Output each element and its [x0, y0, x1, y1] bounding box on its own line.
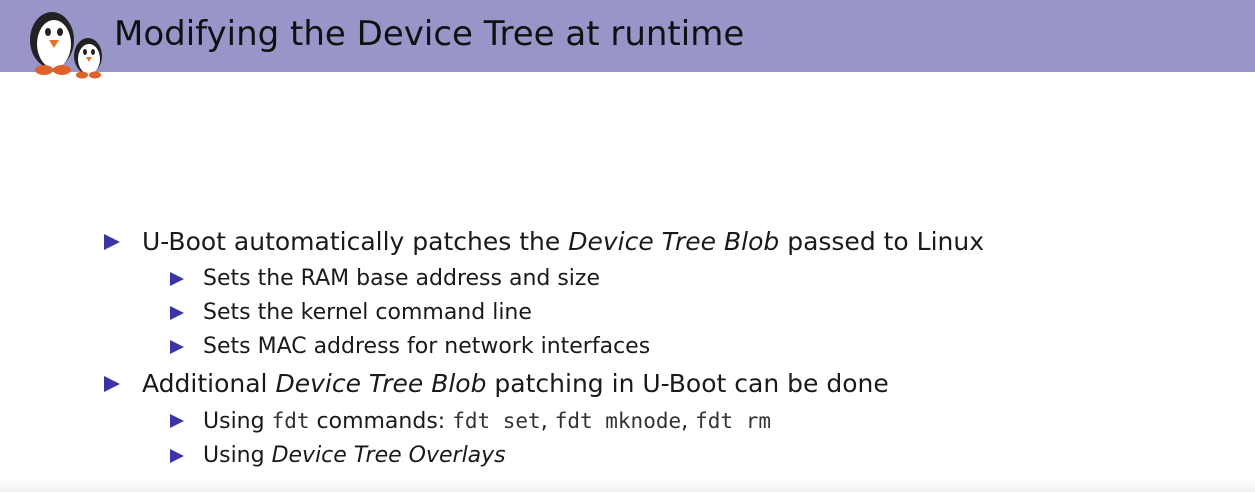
- sub-list: Sets the RAM base address and size Sets …: [104, 262, 1224, 364]
- sub-bullet-text: commands:: [309, 409, 453, 434]
- sub-list-item: Sets the RAM base address and size: [104, 262, 1224, 296]
- triangle-bullet-icon: [170, 414, 184, 428]
- sub-list-item: Sets MAC address for network interfaces: [104, 330, 1224, 364]
- sub-list-item: Using fdt commands: fdt set, fdt mknode,…: [104, 404, 1224, 439]
- sub-list-item: Using Device Tree Overlays: [104, 439, 1224, 473]
- sub-bullet-text: Sets the RAM base address and size: [203, 266, 600, 291]
- slide-title: Modifying the Device Tree at runtime: [114, 14, 745, 54]
- slide: Modifying the Device Tree at runtime U-B…: [0, 0, 1255, 492]
- bullet-list: U-Boot automatically patches the Device …: [104, 226, 1224, 477]
- bullet-text: U-Boot automatically patches the: [142, 227, 569, 256]
- sub-bullet-text: Sets MAC address for network interfaces: [203, 334, 651, 359]
- list-item: U-Boot automatically patches the Device …: [104, 226, 1224, 258]
- triangle-bullet-icon: [170, 272, 184, 286]
- code-fdt-set: fdt set: [452, 409, 541, 433]
- bullet-emphasis: Device Tree Blob: [568, 227, 780, 256]
- bullet-text: passed to Linux: [779, 227, 985, 256]
- sub-bullet-text: Using: [203, 409, 272, 434]
- penguins-logo-icon: [30, 12, 102, 79]
- sub-bullet-text: Sets the kernel command line: [203, 300, 532, 325]
- triangle-bullet-icon: [170, 449, 184, 463]
- triangle-bullet-icon: [170, 340, 184, 354]
- code-fdt: fdt: [271, 409, 310, 433]
- sub-bullet-emphasis: Device Tree Overlays: [271, 443, 506, 468]
- sub-bullet-text: ,: [681, 409, 696, 434]
- code-fdt-rm: fdt rm: [695, 409, 771, 433]
- list-item: Additional Device Tree Blob patching in …: [104, 368, 1224, 400]
- sub-bullet-text: Using: [203, 443, 272, 468]
- sub-bullet-text: ,: [540, 409, 555, 434]
- sub-list-item: Sets the kernel command line: [104, 296, 1224, 330]
- triangle-bullet-icon: [104, 376, 120, 392]
- triangle-bullet-icon: [170, 306, 184, 320]
- triangle-bullet-icon: [104, 234, 120, 250]
- bullet-text: Additional: [142, 369, 276, 398]
- slide-header: Modifying the Device Tree at runtime: [0, 0, 1255, 79]
- bullet-emphasis: Device Tree Blob: [275, 369, 487, 398]
- bottom-edge: [0, 478, 1255, 492]
- bullet-text: patching in U-Boot can be done: [486, 369, 889, 398]
- sub-list: Using fdt commands: fdt set, fdt mknode,…: [104, 404, 1224, 473]
- code-fdt-mknode: fdt mknode: [554, 409, 682, 433]
